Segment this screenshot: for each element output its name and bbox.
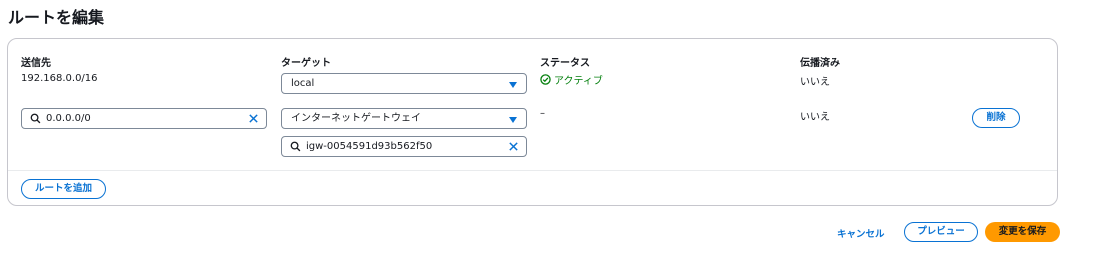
remove-route-button[interactable]: 削除 bbox=[972, 108, 1020, 128]
target-id-search-input[interactable]: igw-0054591d93b562f50 bbox=[281, 136, 527, 157]
column-header-propagated: 伝播済み bbox=[800, 58, 840, 69]
propagated-text: いいえ bbox=[800, 77, 830, 88]
close-icon[interactable] bbox=[248, 113, 259, 124]
column-header-status: ステータス bbox=[540, 58, 590, 69]
close-icon[interactable] bbox=[508, 141, 519, 152]
destination-search-input[interactable]: 0.0.0.0/0 bbox=[21, 108, 267, 129]
check-circle-icon bbox=[540, 74, 551, 85]
divider bbox=[8, 170, 1057, 171]
target-type-select[interactable]: インターネットゲートウェイ bbox=[281, 108, 527, 129]
search-icon bbox=[30, 113, 41, 124]
target-select[interactable]: local bbox=[281, 73, 527, 94]
page-title: ルートを編集 bbox=[8, 8, 105, 27]
status-text-empty: – bbox=[540, 108, 545, 119]
status-text: アクティブ bbox=[554, 76, 603, 87]
column-header-target: ターゲット bbox=[281, 58, 331, 69]
cancel-button[interactable]: キャンセル bbox=[837, 226, 885, 240]
add-route-button[interactable]: ルートを追加 bbox=[21, 179, 106, 199]
preview-button[interactable]: プレビュー bbox=[904, 222, 978, 242]
propagated-text: いいえ bbox=[800, 112, 830, 123]
route-table-panel: 送信先 ターゲット ステータス 伝播済み 192.168.0.0/16 loca… bbox=[7, 38, 1058, 206]
save-changes-button[interactable]: 変更を保存 bbox=[985, 222, 1060, 242]
target-type-select-value: インターネットゲートウェイ bbox=[291, 113, 421, 124]
search-icon bbox=[290, 141, 301, 152]
caret-down-icon bbox=[509, 82, 517, 88]
column-header-destination: 送信先 bbox=[21, 58, 51, 69]
status-badge: アクティブ bbox=[540, 72, 603, 87]
destination-search-value: 0.0.0.0/0 bbox=[46, 113, 91, 124]
destination-cidr-text: 192.168.0.0/16 bbox=[21, 73, 98, 84]
caret-down-icon bbox=[509, 117, 517, 123]
target-id-search-value: igw-0054591d93b562f50 bbox=[306, 141, 433, 152]
target-select-value: local bbox=[291, 78, 315, 89]
